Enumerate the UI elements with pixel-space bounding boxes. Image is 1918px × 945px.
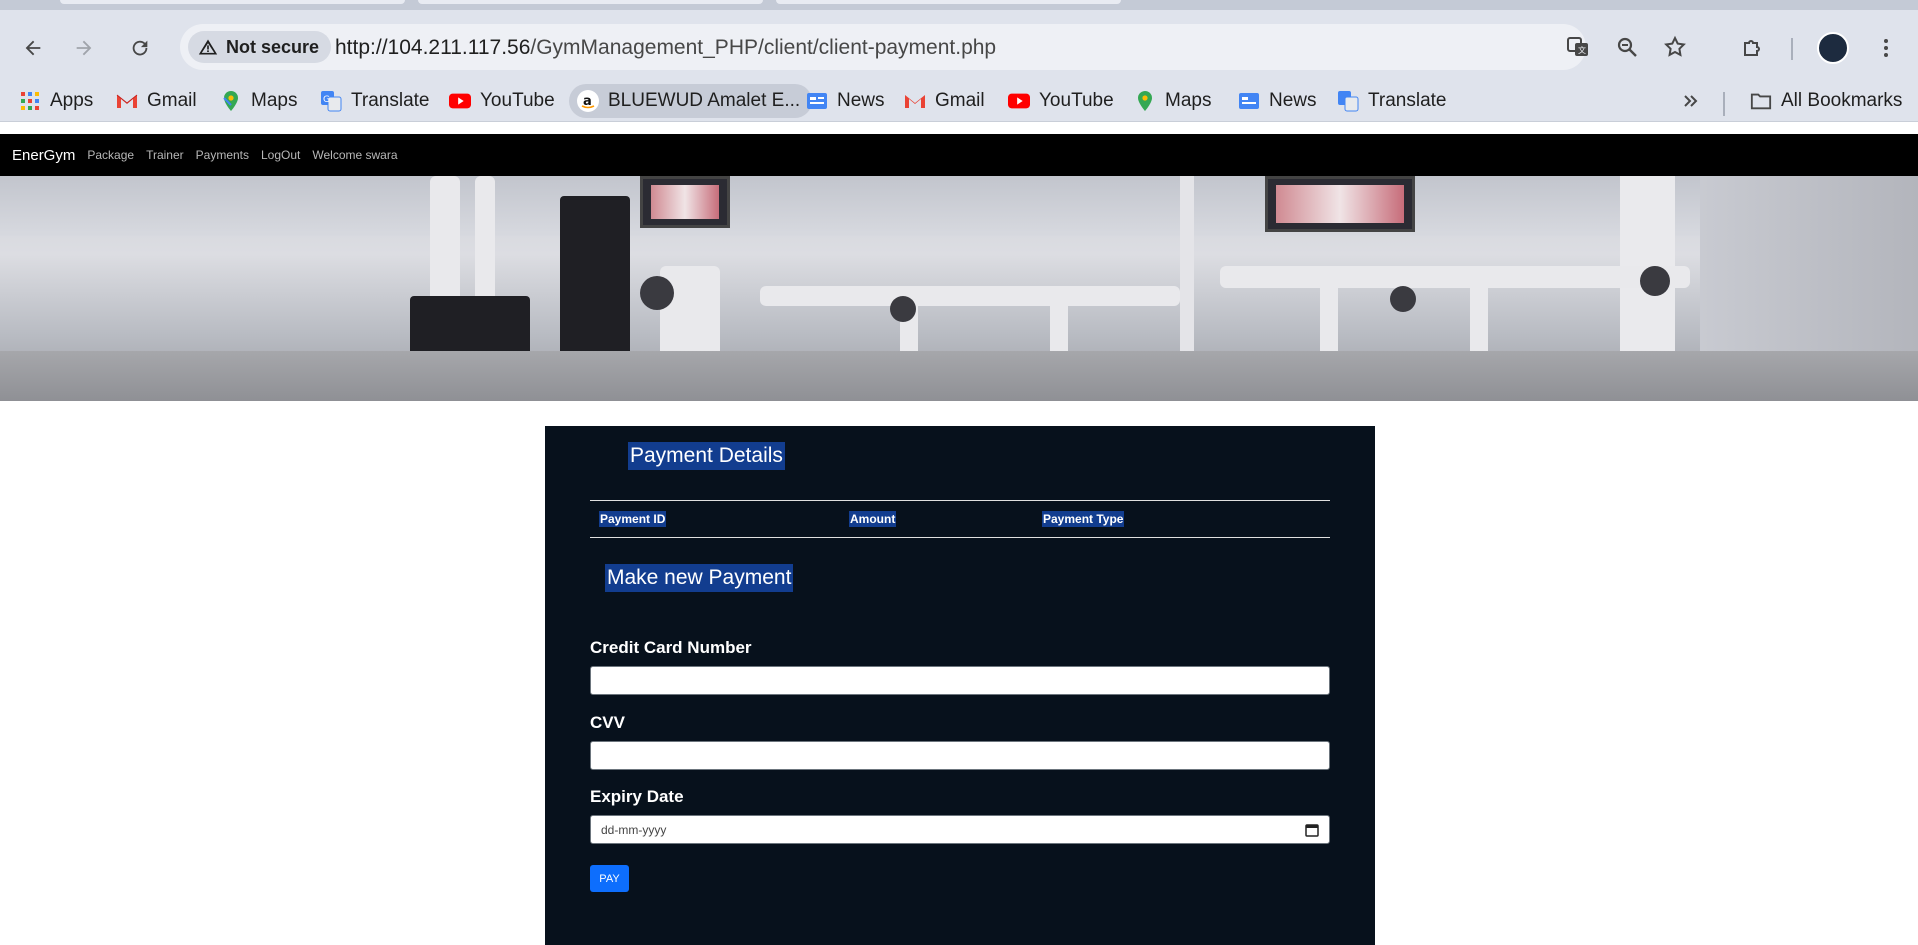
calendar-icon[interactable] [1305,823,1319,837]
security-chip-label: Not secure [226,36,320,57]
profile-avatar[interactable] [1817,32,1849,64]
puzzle-icon [1744,40,1760,56]
bookmark-label: YouTube [480,90,555,111]
bookmark-maps[interactable]: Maps [214,84,303,118]
bookmarks-divider [1723,92,1725,116]
bookmark-label: Translate [1368,90,1447,111]
forward-button[interactable] [66,30,102,66]
bookmark-news[interactable]: News [800,84,891,118]
welcome-user-text: Welcome swara [312,148,398,162]
expiry-date-placeholder: dd-mm-yyyy [601,822,667,837]
payment-details-heading: Payment Details [628,442,785,470]
cvv-input[interactable] [590,741,1330,770]
bookmarks-overflow-button[interactable] [1676,84,1706,118]
all-bookmarks-button[interactable]: All Bookmarks [1744,84,1908,118]
translate-page-icon: 文 [1567,37,1588,56]
warning-triangle-icon [198,39,218,55]
bookmark-news-2[interactable]: News [1232,84,1323,118]
bookmark-maps-2[interactable]: Maps [1128,84,1217,118]
translate-page-button[interactable]: 文 [1563,32,1593,62]
bookmark-youtube[interactable]: YouTube [443,84,561,118]
bookmark-bluewud[interactable]: a BLUEWUD Amalet E... [569,84,813,118]
bookmark-label: News [1269,90,1317,111]
payments-table: Payment ID Amount Payment Type [590,500,1330,538]
bookmark-label: BLUEWUD Amalet E... [608,90,801,111]
extensions-button[interactable] [1737,32,1769,64]
bookmark-label: Apps [50,90,94,111]
payment-panel: Payment Details Payment ID Amount Paymen… [545,426,1375,945]
maps-icon [220,90,242,112]
browser-tab[interactable] [418,0,763,4]
bookmark-label: Maps [251,90,298,111]
reload-icon [132,40,148,56]
hero-gym-image [0,176,1918,401]
nav-link-trainer[interactable]: Trainer [146,148,184,162]
expiry-date-label: Expiry Date [590,787,684,806]
bookmark-label: Translate [351,90,430,111]
double-chevron-right-icon [1684,95,1698,107]
column-header-payment-type: Payment Type [1042,511,1125,527]
column-header-amount: Amount [849,511,897,527]
svg-text:文: 文 [1578,45,1586,55]
all-bookmarks-label: All Bookmarks [1781,90,1903,111]
maps-icon [1134,90,1156,112]
gmail-icon [116,90,138,112]
reload-button[interactable] [122,30,158,66]
address-bar[interactable]: Not secure http://104.211.117.56/GymMana… [180,24,1686,70]
news-icon [806,90,828,112]
gmail-icon [904,90,926,112]
browser-tab[interactable] [776,0,1121,4]
youtube-icon [449,90,471,112]
toolbar-divider [1791,38,1793,60]
news-icon [1238,90,1260,112]
url-path: /GymManagement_PHP/client/client-payment… [530,36,997,59]
cvv-label: CVV [590,713,625,732]
star-icon [1664,35,1686,57]
apps-grid-icon [19,90,41,112]
bookmark-star-button[interactable] [1660,32,1690,62]
browser-tab[interactable] [60,0,405,4]
browser-menu-button[interactable] [1870,32,1902,64]
nav-link-logout[interactable]: LogOut [261,148,300,162]
bookmark-label: Gmail [935,90,985,111]
pay-button[interactable]: PAY [590,865,629,892]
folder-icon [1750,90,1772,112]
tab-strip [0,0,1918,10]
url-host: http://104.211.117.56 [335,36,531,59]
bookmark-translate[interactable]: G Translate [314,84,436,118]
bookmark-gmail-2[interactable]: Gmail [898,84,991,118]
nav-link-package[interactable]: Package [87,148,134,162]
bookmark-translate-2[interactable]: Translate [1331,84,1453,118]
youtube-icon [1008,90,1030,112]
brand-link[interactable]: EnerGym [12,147,75,164]
kebab-menu-icon [1884,39,1888,57]
expiry-date-input[interactable]: dd-mm-yyyy [590,815,1330,844]
zoom-button[interactable] [1612,32,1642,62]
make-new-payment-heading: Make new Payment [605,564,794,592]
credit-card-label: Credit Card Number [590,638,752,657]
bookmark-label: YouTube [1039,90,1114,111]
bookmark-label: Maps [1165,90,1212,111]
bookmark-label: Gmail [147,90,197,111]
site-navbar: EnerGym Package Trainer Payments LogOut … [0,134,1918,176]
credit-card-input[interactable] [590,666,1330,695]
back-button[interactable] [15,30,51,66]
translate-icon [1337,90,1359,112]
bookmark-youtube-2[interactable]: YouTube [1002,84,1120,118]
bookmark-apps[interactable]: Apps [13,84,99,118]
amazon-icon: a [577,90,599,112]
nav-link-payments[interactable]: Payments [196,148,249,162]
svg-text:G: G [323,95,330,105]
url-text[interactable]: http://104.211.117.56/GymManagement_PHP/… [335,36,996,60]
zoom-magnifier-icon [1617,37,1637,57]
translate-icon: G [320,90,342,112]
bookmark-gmail[interactable]: Gmail [110,84,203,118]
bookmarks-bar: Apps Gmail Maps G Translate YouTube a BL… [0,80,1918,122]
security-chip[interactable]: Not secure [188,31,332,63]
forward-arrow-icon [76,40,92,56]
bookmark-label: News [837,90,885,111]
back-arrow-icon [25,40,41,56]
column-header-payment-id: Payment ID [599,511,667,527]
